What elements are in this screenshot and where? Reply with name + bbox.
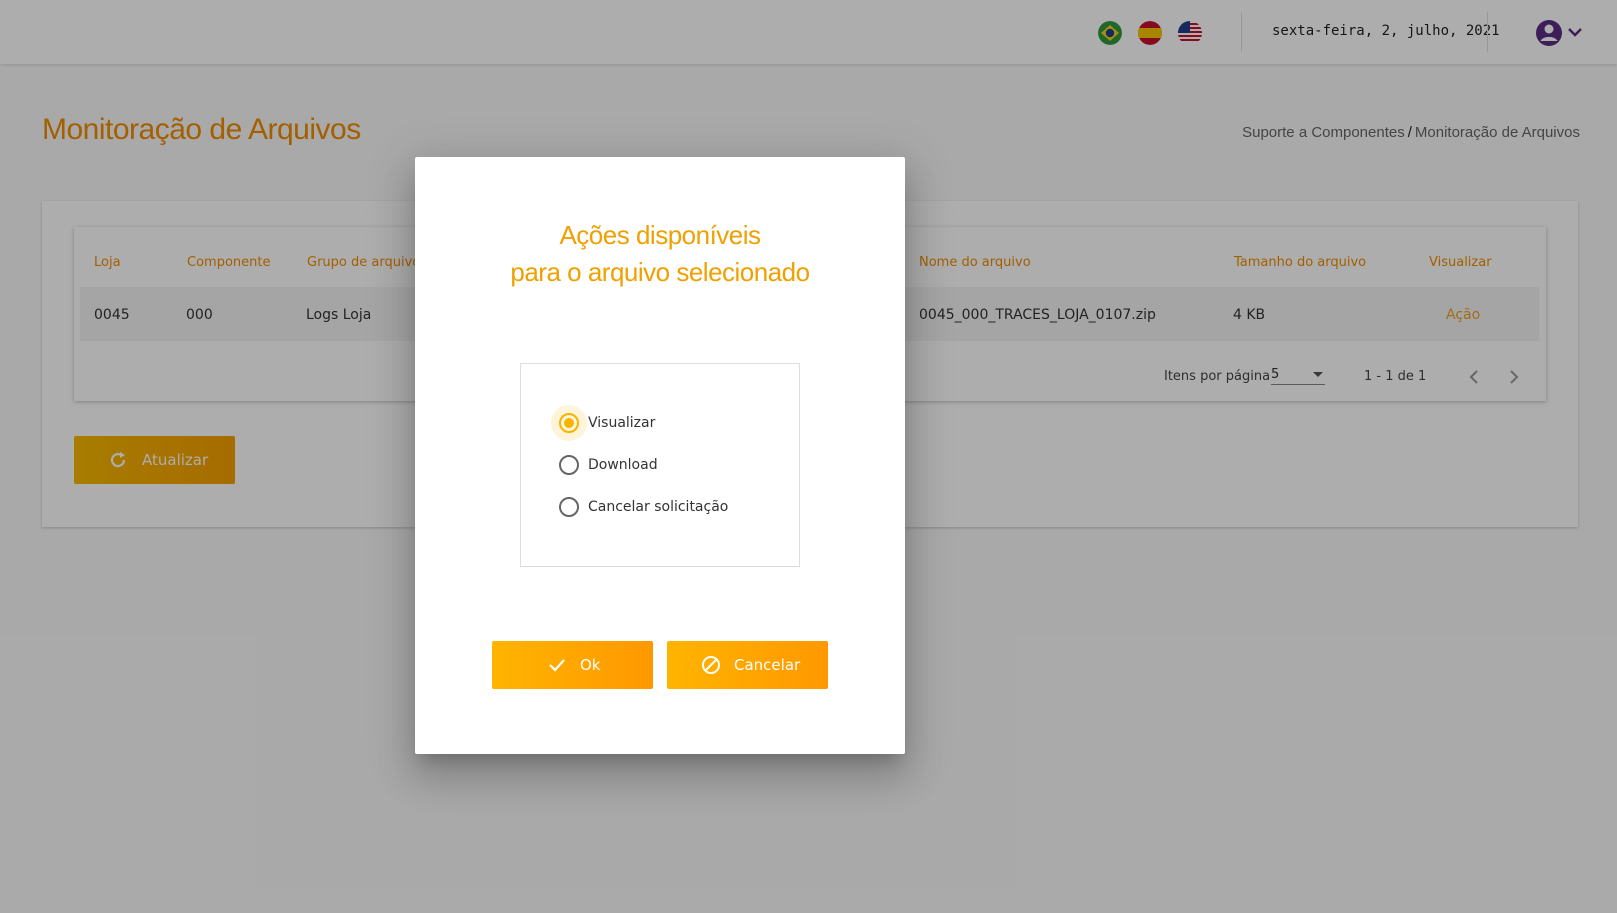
dialog-title: Ações disponíveis para o arquivo selecio… bbox=[415, 217, 905, 291]
option-label-visualizar[interactable]: Visualizar bbox=[588, 415, 655, 431]
ok-label: Ok bbox=[580, 656, 601, 674]
dialog-title-line1: Ações disponíveis bbox=[559, 220, 761, 250]
cancel-label: Cancelar bbox=[734, 656, 801, 674]
radio-visualizar[interactable] bbox=[559, 413, 579, 433]
radio-download[interactable] bbox=[559, 455, 579, 475]
option-label-cancelar-solicitacao[interactable]: Cancelar solicitação bbox=[588, 499, 728, 515]
actions-dialog: Ações disponíveis para o arquivo selecio… bbox=[415, 157, 905, 754]
option-label-download[interactable]: Download bbox=[588, 457, 658, 473]
radio-cancelar-solicitacao[interactable] bbox=[559, 497, 579, 517]
check-icon bbox=[549, 659, 565, 672]
options-group: Visualizar Download Cancelar solicitação bbox=[520, 363, 800, 567]
ok-button[interactable]: Ok bbox=[492, 641, 653, 689]
dialog-title-line2: para o arquivo selecionado bbox=[510, 257, 810, 287]
block-icon bbox=[702, 656, 720, 674]
cancel-button[interactable]: Cancelar bbox=[667, 641, 828, 689]
